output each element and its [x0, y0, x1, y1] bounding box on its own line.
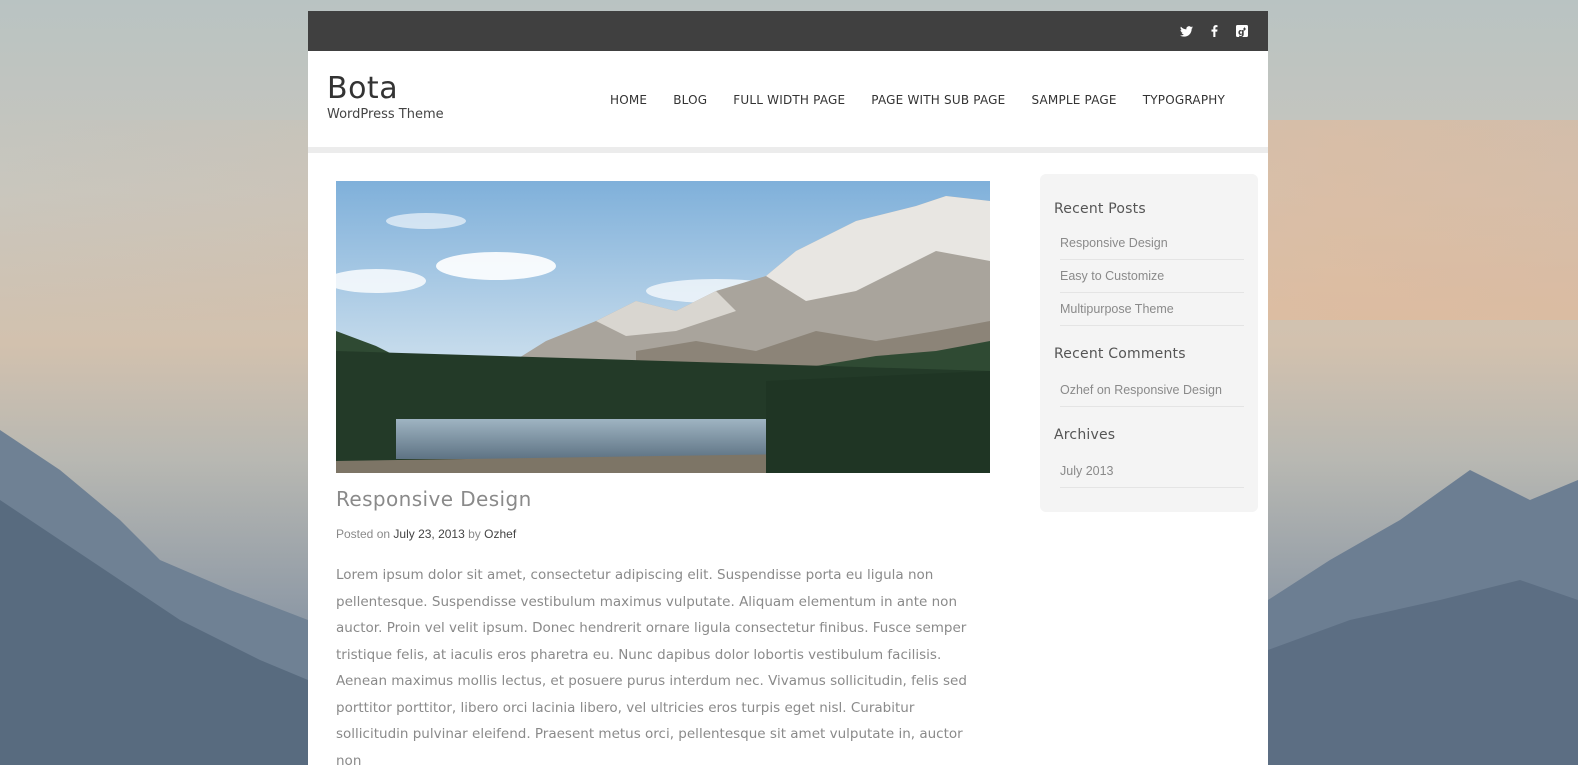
- recent-post-item[interactable]: Easy to Customize: [1060, 260, 1244, 293]
- site-branding: Bota WordPress Theme: [327, 71, 444, 122]
- sidebar: Recent Posts Responsive Design Easy to C…: [1040, 174, 1258, 512]
- site-header: Bota WordPress Theme HOME BLOG FULL WIDT…: [308, 51, 1268, 153]
- recent-post-item[interactable]: Multipurpose Theme: [1060, 293, 1244, 326]
- widget-title-recent-comments: Recent Comments: [1054, 346, 1186, 362]
- main-navigation: HOME BLOG FULL WIDTH PAGE PAGE WITH SUB …: [610, 93, 1225, 107]
- main-content: Responsive Design Posted on July 23, 201…: [336, 181, 990, 765]
- by-label: by: [468, 527, 481, 541]
- recent-post-item[interactable]: Responsive Design: [1060, 227, 1244, 260]
- top-bar: g: [308, 11, 1268, 51]
- nav-item-page-with-sub-page[interactable]: PAGE WITH SUB PAGE: [871, 93, 1005, 107]
- recent-comment-item[interactable]: Ozhef on Responsive Design: [1060, 374, 1244, 407]
- post-featured-image[interactable]: [336, 181, 990, 473]
- nav-item-blog[interactable]: BLOG: [673, 93, 707, 107]
- nav-item-full-width-page[interactable]: FULL WIDTH PAGE: [733, 93, 845, 107]
- site-title[interactable]: Bota: [327, 71, 444, 107]
- archives-list: July 2013: [1060, 455, 1244, 488]
- post-title[interactable]: Responsive Design: [336, 487, 990, 511]
- post-author-link[interactable]: Ozhef: [484, 527, 516, 541]
- twitter-icon[interactable]: [1178, 23, 1194, 39]
- post-meta: Posted on July 23, 2013 by Ozhef: [336, 527, 990, 541]
- page-container: g Bota WordPress Theme HOME BLOG FULL WI…: [308, 11, 1268, 765]
- nav-item-sample-page[interactable]: SAMPLE PAGE: [1031, 93, 1116, 107]
- archive-item[interactable]: July 2013: [1060, 455, 1244, 488]
- post-date-link[interactable]: July 23, 2013: [393, 527, 464, 541]
- recent-comments-list: Ozhef on Responsive Design: [1060, 374, 1244, 407]
- google-plus-icon[interactable]: g: [1234, 23, 1250, 39]
- widget-title-recent-posts: Recent Posts: [1054, 201, 1146, 217]
- nav-item-home[interactable]: HOME: [610, 93, 647, 107]
- facebook-icon[interactable]: [1206, 23, 1222, 39]
- post-body: Lorem ipsum dolor sit amet, consectetur …: [336, 567, 967, 765]
- recent-posts-list: Responsive Design Easy to Customize Mult…: [1060, 227, 1244, 326]
- nav-item-typography[interactable]: TYPOGRAPHY: [1143, 93, 1225, 107]
- site-description: WordPress Theme: [327, 107, 444, 122]
- widget-title-archives: Archives: [1054, 427, 1116, 443]
- posted-on-label: Posted on: [336, 527, 391, 541]
- social-links: g: [1178, 23, 1250, 39]
